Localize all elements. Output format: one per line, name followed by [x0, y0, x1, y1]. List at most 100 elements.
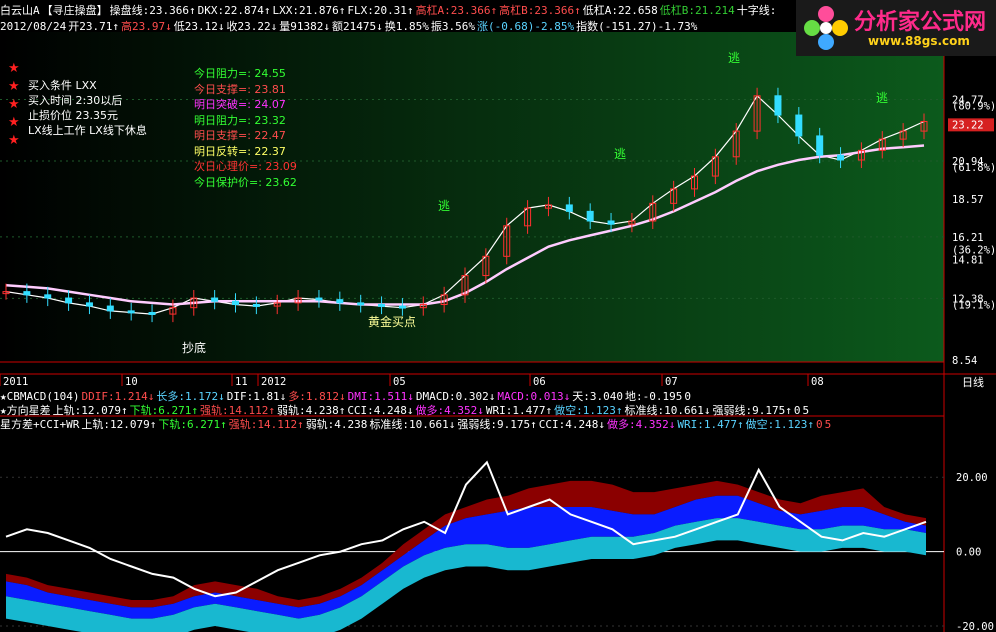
- time-tick-label: 10: [125, 376, 138, 388]
- header-1-item: 高杠B:23.366↑: [499, 4, 581, 17]
- escape-signal: 逃: [728, 51, 740, 65]
- price-tick-label: 14.81: [952, 254, 984, 266]
- indicator-2-item: ★方向星差: [0, 404, 51, 417]
- strategy-line: 买入时间 2:30以后: [28, 94, 123, 107]
- indicator-2-item: CCI:4.248↓: [347, 404, 414, 417]
- header-2-item: 指数(-151.27)-1.73%: [576, 20, 698, 33]
- candle-body: [232, 300, 239, 305]
- lower-tick-label: 0.00: [956, 547, 981, 559]
- indicator-1-item: 天:3.040: [572, 390, 623, 403]
- header-2-item: 涨(-0.68)-2.85%: [476, 20, 575, 33]
- lower-tick-label: -20.00: [956, 621, 994, 632]
- candle-body: [85, 302, 93, 307]
- header-1-item: DKX:22.874↑: [197, 4, 271, 17]
- flower-logo-icon: [804, 6, 848, 50]
- price-tick-label: (80.9%): [952, 101, 996, 113]
- price-level: 明日突破=: 24.07: [194, 98, 286, 111]
- indicator-3-item: 0: [815, 418, 823, 431]
- candle-body: [774, 95, 782, 116]
- indicator-1-item: 长多:1.172↓: [156, 390, 225, 403]
- indicator-2-item: 做多:4.352↓: [415, 404, 484, 417]
- indicator-3-item: 强弱线:9.175↑: [457, 418, 537, 431]
- price-axis: 28.6024.77(80.9%)23.2220.94(61.8%)18.571…: [948, 33, 996, 367]
- indicator-2-item: 标准线:10.661↓: [624, 404, 711, 417]
- strategy-line: LX线上工作 LX线下休息: [28, 124, 147, 137]
- time-tick-label: 08: [811, 376, 824, 388]
- time-tick-label: 07: [665, 376, 678, 388]
- candle-body: [816, 135, 824, 156]
- indicator-3-item: 上轨:12.079↑: [81, 418, 157, 431]
- price-tick-label: 16.21: [952, 232, 984, 244]
- indicator-3-item: 强轨:14.112↑: [228, 418, 304, 431]
- indicator-2-item: 强轨:14.112↑: [199, 404, 275, 417]
- indicator-line-cbmacd: ★CBMACD(104) DDIF:1.214↓ 长多:1.172↓ DIF:1.81…: [0, 390, 693, 404]
- header-1-item: 白云山A: [0, 4, 40, 17]
- stock-chart-window: { "header": { "line1": [ {"text":"白云山A",…: [0, 0, 996, 632]
- indicator-3-item: WRI:1.477↑: [677, 418, 744, 431]
- candle-body: [336, 299, 344, 304]
- candle-body: [65, 297, 73, 304]
- candle-body: [795, 114, 803, 137]
- header-1-item: 十字线:: [736, 4, 777, 17]
- candle-body: [252, 303, 260, 307]
- candle-body: [586, 210, 594, 222]
- indicator-2-item: 强弱线:9.175↑: [712, 404, 792, 417]
- header-1-item: 操盘线:23.366↑: [109, 4, 196, 17]
- indicator-2-item: 上轨:12.079↑: [52, 404, 128, 417]
- header-2-item: 量91382↓: [279, 20, 330, 33]
- header-1-item: 【寻庄操盘】: [41, 4, 108, 17]
- candle-body: [127, 310, 135, 314]
- indicator-2-item: 0: [793, 404, 801, 417]
- header-line-2: 2012/08/24 开23.71↑ 高23.97↓ 低23.12↓ 收23.22↓ 量9…: [0, 20, 699, 34]
- indicator-2-item: 做空:1.123↑: [554, 404, 623, 417]
- price-level: 明日支撑=: 22.47: [194, 129, 286, 142]
- time-tick-label: 05: [393, 376, 406, 388]
- candle-body: [44, 294, 52, 299]
- header-2-item: 开23.71↑: [68, 20, 119, 33]
- price-tick-label: (61.8%): [952, 162, 996, 174]
- site-logo[interactable]: 分析家公式网 www.88gs.com: [796, 0, 996, 56]
- candle-body: [378, 303, 386, 307]
- header-2-item: 低23.12↓: [173, 20, 225, 33]
- indicator-1-item: DMI:1.511↓: [347, 390, 414, 403]
- bottom-signal: 抄底: [182, 340, 206, 355]
- price-level: 次日心理价=: 23.09: [194, 160, 297, 173]
- indicator-3-item: CCI:4.248↓: [538, 418, 606, 431]
- indicator-3-item: 5: [824, 418, 832, 431]
- header-2-item: 振3.56%: [430, 20, 475, 33]
- header-2-item: 收23.22↓: [226, 20, 278, 33]
- price-tick-label: 8.54: [952, 355, 977, 367]
- candle-body: [23, 291, 31, 296]
- indicator-line-direction: ★方向星差 上轨:12.079↑ 下轨:6.271↑ 强轨:14.112↑ 弱轨:4.2…: [0, 404, 811, 418]
- price-level: 今日阻力=: 24.55: [194, 67, 286, 80]
- star-column: ★★★★★: [8, 60, 28, 150]
- lower-tick-label: 20.00: [956, 472, 988, 484]
- header-1-item: LXX:21.876↑: [272, 4, 346, 17]
- indicator-3-item: 做空:1.123↑: [745, 418, 814, 431]
- indicator-1-item: ★CBMACD(104): [0, 390, 80, 403]
- star-icon: ★★★★★: [8, 61, 20, 148]
- indicator-3-item: 下轨:6.271↑: [158, 418, 227, 431]
- time-tick-label: 11: [235, 376, 248, 388]
- header-1-item: 高杠A:23.366↑: [415, 4, 498, 17]
- indicator-1-item: MACD:0.013↓: [497, 390, 571, 403]
- header-1-item: 低杠A:22.658: [582, 4, 658, 17]
- price-level: 今日支撑=: 23.81: [194, 82, 286, 96]
- indicator-1-item: 0: [684, 390, 691, 403]
- indicator-2-item: 弱轨:4.238↑: [276, 404, 346, 417]
- time-tick-label: 2012: [261, 376, 286, 388]
- time-axis: 2011 10 11 2012 05 06 07 08: [0, 374, 824, 388]
- candle-body: [607, 220, 615, 225]
- indicator-2-item: 下轨:6.271↑: [129, 404, 198, 417]
- indicator-line-cci-wr: 星方差+CCI+WR 上轨:12.079↑ 下轨:6.271↑ 强轨:14.112↑ 弱…: [0, 418, 833, 432]
- strategy-line: 止损价位 23.35元: [28, 109, 118, 122]
- indicator-3-item: 做多:4.352↓: [607, 418, 676, 431]
- logo-url: www.88gs.com: [868, 34, 970, 48]
- indicator-1-item: DIF:1.81↓: [226, 390, 287, 403]
- period-label[interactable]: 日线: [962, 376, 984, 390]
- golden-buy-signal: 黄金买点: [368, 314, 416, 329]
- indicator-2-item: WRI:1.477↑: [485, 404, 553, 417]
- indicator-1-item: 地:-0.195: [625, 390, 683, 403]
- price-level: 明日阻力=: 23.32: [194, 113, 286, 127]
- escape-signal: 逃: [438, 199, 450, 213]
